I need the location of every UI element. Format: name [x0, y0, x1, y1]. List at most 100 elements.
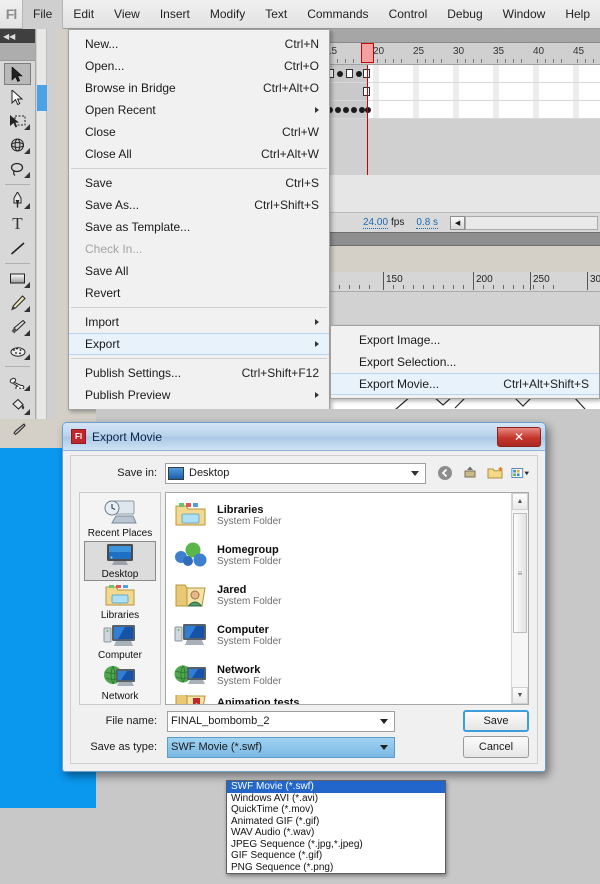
- line-tool[interactable]: [0, 236, 35, 260]
- place-desktop[interactable]: Desktop: [84, 541, 156, 581]
- menu-file[interactable]: File: [22, 0, 64, 29]
- timeline-scroll-track[interactable]: [465, 215, 598, 230]
- scroll-up-icon[interactable]: ▲: [512, 493, 528, 510]
- chevron-down-icon: [411, 470, 419, 476]
- collapse-panel-icon[interactable]: ◀◀: [0, 29, 35, 43]
- list-item[interactable]: Libraries System Folder: [166, 495, 511, 535]
- timeline-scroll-left-button[interactable]: ◀: [450, 215, 466, 230]
- file-list-scrollbar[interactable]: ▲ ≡ ▼: [511, 493, 528, 704]
- cancel-button[interactable]: Cancel: [463, 736, 529, 758]
- type-option[interactable]: SWF Movie (*.swf): [227, 781, 445, 793]
- text-tool[interactable]: T: [0, 212, 35, 236]
- tool-options-corner-icon: [24, 306, 30, 312]
- selection-tool[interactable]: [4, 63, 31, 85]
- menu-window[interactable]: Window: [493, 0, 556, 29]
- pencil-tool[interactable]: [0, 291, 35, 315]
- free-transform-tool[interactable]: [0, 109, 35, 133]
- menu-debug[interactable]: Debug: [437, 0, 492, 29]
- menu-view[interactable]: View: [104, 0, 150, 29]
- back-icon[interactable]: [436, 464, 454, 482]
- menu-item-close[interactable]: Close Ctrl+W: [69, 121, 329, 143]
- menu-item-publish-settings[interactable]: Publish Settings... Ctrl+Shift+F12: [69, 362, 329, 384]
- stage-ruler-number: 150: [386, 274, 403, 285]
- list-item[interactable]: Computer System Folder: [166, 615, 511, 655]
- lasso-tool[interactable]: [0, 157, 35, 181]
- menu-item-export[interactable]: Export: [69, 333, 329, 355]
- menu-item-open[interactable]: Open... Ctrl+O: [69, 55, 329, 77]
- menu-commands[interactable]: Commands: [297, 0, 378, 29]
- menu-item-save-as[interactable]: Save As... Ctrl+Shift+S: [69, 194, 329, 216]
- timeline-ruler[interactable]: 15 20 25 30 35 40 45: [325, 43, 600, 65]
- file-name-input[interactable]: FINAL_bombomb_2: [167, 710, 395, 732]
- 3d-rotation-tool[interactable]: [0, 133, 35, 157]
- subselection-tool[interactable]: [0, 85, 35, 109]
- menu-item-open-recent[interactable]: Open Recent: [69, 99, 329, 121]
- menu-item-revert[interactable]: Revert: [69, 282, 329, 304]
- place-computer[interactable]: Computer: [84, 623, 156, 661]
- views-icon[interactable]: [511, 464, 529, 482]
- timeline-fps-value[interactable]: 24.00: [363, 217, 389, 229]
- save-button[interactable]: Save: [463, 710, 529, 732]
- places-bar[interactable]: Recent Places Desktop Libraries Computer…: [79, 492, 161, 705]
- menu-insert[interactable]: Insert: [150, 0, 200, 29]
- deco-tool[interactable]: [0, 339, 35, 363]
- rectangle-tool[interactable]: [0, 267, 35, 291]
- dialog-title-bar[interactable]: Fl Export Movie ✕: [63, 423, 545, 451]
- place-network[interactable]: Network: [84, 664, 156, 702]
- menu-item-export-image[interactable]: Export Image...: [331, 329, 599, 351]
- scrollbar-thumb[interactable]: ≡: [513, 513, 527, 633]
- list-item[interactable]: Animation tests: [166, 695, 511, 704]
- scroll-down-icon[interactable]: ▼: [512, 687, 528, 704]
- file-list[interactable]: Libraries System Folder Homegroup System…: [165, 492, 529, 705]
- place-libraries[interactable]: Libraries: [84, 583, 156, 621]
- list-item[interactable]: Homegroup System Folder: [166, 535, 511, 575]
- save-as-type-options-list[interactable]: SWF Movie (*.swf) Windows AVI (*.avi) Qu…: [226, 780, 446, 874]
- type-option[interactable]: PNG Sequence (*.png): [227, 862, 445, 874]
- file-menu-dropdown[interactable]: New... Ctrl+N Open... Ctrl+O Browse in Bri…: [68, 29, 330, 410]
- menu-item-browse-in-bridge[interactable]: Browse in Bridge Ctrl+Alt+O: [69, 77, 329, 99]
- bone-tool[interactable]: [0, 370, 35, 394]
- export-movie-dialog[interactable]: Fl Export Movie ✕ Save in: Desktop Recen…: [62, 422, 546, 772]
- type-option[interactable]: Animated GIF (*.gif): [227, 816, 445, 828]
- timeline-layers-frames[interactable]: [325, 65, 600, 175]
- save-in-dropdown[interactable]: Desktop: [165, 462, 426, 484]
- pen-tool[interactable]: [0, 188, 35, 212]
- menu-item-close-all[interactable]: Close All Ctrl+Alt+W: [69, 143, 329, 165]
- menu-modify[interactable]: Modify: [200, 0, 255, 29]
- close-icon[interactable]: ✕: [497, 426, 541, 447]
- menu-item-save[interactable]: Save Ctrl+S: [69, 172, 329, 194]
- menu-item-save-all[interactable]: Save All: [69, 260, 329, 282]
- menu-item-export-selection[interactable]: Export Selection...: [331, 351, 599, 373]
- brush-tool[interactable]: [0, 315, 35, 339]
- save-as-type-row: Save as type: SWF Movie (*.swf) Cancel: [79, 735, 529, 759]
- save-in-row: Save in: Desktop: [71, 456, 537, 490]
- type-option[interactable]: GIF Sequence (*.gif): [227, 850, 445, 862]
- place-recent-places[interactable]: Recent Places: [84, 499, 156, 539]
- menu-text[interactable]: Text: [255, 0, 297, 29]
- menu-item-export-movie[interactable]: Export Movie... Ctrl+Alt+Shift+S: [331, 373, 599, 395]
- type-option[interactable]: QuickTime (*.mov): [227, 804, 445, 816]
- chevron-down-icon[interactable]: [380, 718, 388, 724]
- menu-help[interactable]: Help: [555, 0, 600, 29]
- menu-item-save-as-template[interactable]: Save as Template...: [69, 216, 329, 238]
- list-item[interactable]: Jared System Folder: [166, 575, 511, 615]
- chevron-down-icon[interactable]: [380, 744, 388, 750]
- new-folder-icon[interactable]: [486, 464, 504, 482]
- eyedropper-tool[interactable]: [0, 418, 35, 442]
- type-option[interactable]: JPEG Sequence (*.jpg,*.jpeg): [227, 839, 445, 851]
- file-name: Network: [217, 663, 261, 676]
- menu-edit[interactable]: Edit: [63, 0, 104, 29]
- paint-bucket-tool[interactable]: [0, 394, 35, 418]
- menu-divider: [71, 307, 327, 308]
- type-option[interactable]: Windows AVI (*.avi): [227, 793, 445, 805]
- export-submenu[interactable]: Export Image... Export Selection... Expo…: [330, 325, 600, 399]
- up-one-level-icon[interactable]: [461, 464, 479, 482]
- list-item[interactable]: Network System Folder: [166, 655, 511, 695]
- save-as-type-dropdown[interactable]: SWF Movie (*.swf): [167, 736, 395, 758]
- type-option[interactable]: WAV Audio (*.wav): [227, 827, 445, 839]
- menu-item-import[interactable]: Import: [69, 311, 329, 333]
- menu-control[interactable]: Control: [379, 0, 438, 29]
- menu-item-new[interactable]: New... Ctrl+N: [69, 33, 329, 55]
- menu-item-publish-preview[interactable]: Publish Preview: [69, 384, 329, 406]
- timeline-playhead-marker[interactable]: [361, 43, 374, 63]
